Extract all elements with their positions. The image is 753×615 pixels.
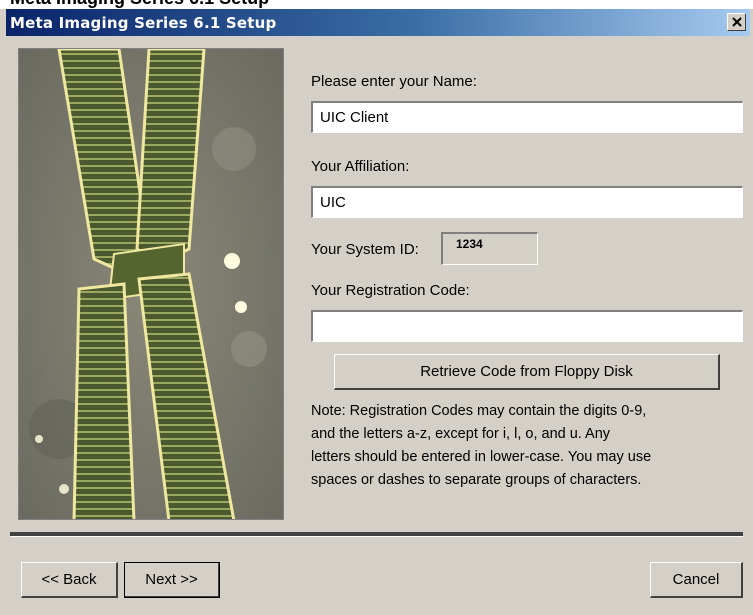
cancel-button-label: Cancel <box>672 571 720 588</box>
close-button[interactable] <box>727 13 746 31</box>
micrograph-svg <box>19 49 283 519</box>
title-bar[interactable]: Meta Imaging Series 6.1 Setup <box>6 9 750 36</box>
affiliation-label: Your Affiliation: <box>311 158 410 175</box>
window-title: Meta Imaging Series 6.1 Setup <box>10 14 277 32</box>
back-button[interactable]: << Back <box>21 562 118 598</box>
next-button-label: Next >> <box>145 571 198 588</box>
next-button[interactable]: Next >> <box>124 562 220 598</box>
system-id-label: Your System ID: <box>311 241 419 258</box>
partial-window-caption: Meta Imaging Series 6.1 Setup <box>0 0 753 9</box>
note-line: letters should be entered in lower-case.… <box>311 449 652 465</box>
note-line: spaces or dashes to separate groups of c… <box>311 472 642 488</box>
back-button-label: << Back <box>41 571 97 588</box>
registration-code-input[interactable] <box>311 310 743 342</box>
cancel-button[interactable]: Cancel <box>650 562 743 598</box>
name-input[interactable] <box>311 101 743 133</box>
retrieve-code-label: Retrieve Code from Floppy Disk <box>420 363 633 380</box>
retrieve-code-button[interactable]: Retrieve Code from Floppy Disk <box>334 354 720 390</box>
system-id-value: 1234 <box>456 237 483 251</box>
footer-separator <box>10 532 743 537</box>
close-icon <box>732 17 742 27</box>
note-line: Note: Registration Codes may contain the… <box>311 403 647 419</box>
registration-label: Your Registration Code: <box>311 282 470 299</box>
note-line: and the letters a-z, except for i, l, o,… <box>311 426 611 442</box>
setup-dialog: Meta Imaging Series 6.1 Setup Meta Imagi… <box>0 0 753 615</box>
registration-note: Note: Registration Codes may contain the… <box>311 400 731 492</box>
name-label: Please enter your Name: <box>311 73 477 90</box>
system-id-field: 1234 <box>441 232 538 265</box>
partial-caption-text: Meta Imaging Series 6.1 Setup <box>10 0 269 9</box>
affiliation-input[interactable] <box>311 186 743 218</box>
micrograph-image <box>18 48 284 520</box>
